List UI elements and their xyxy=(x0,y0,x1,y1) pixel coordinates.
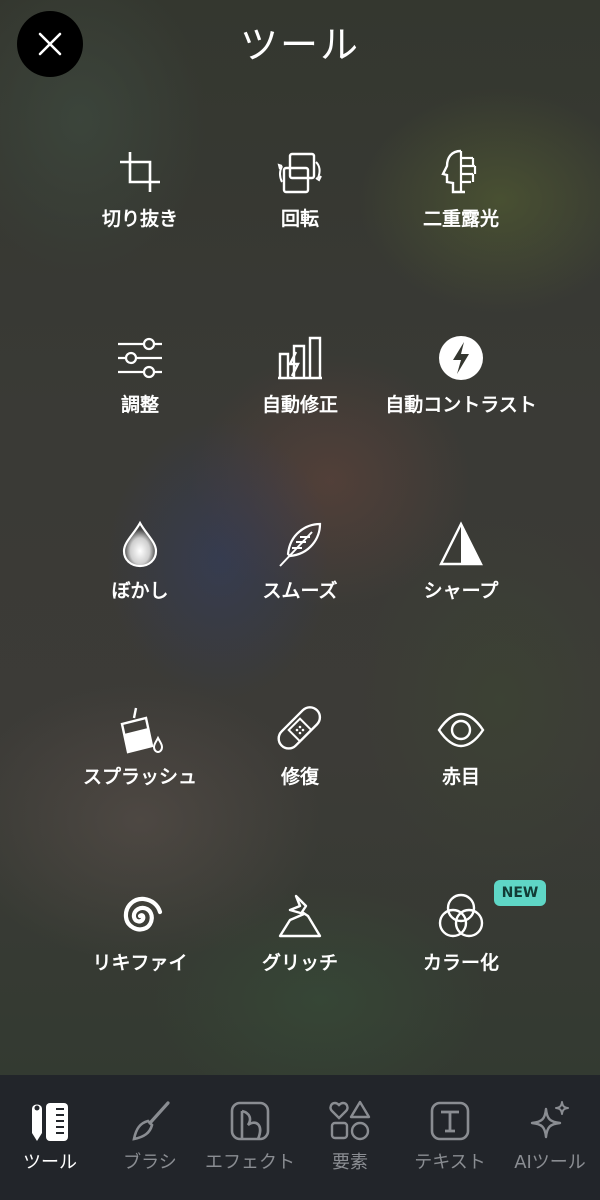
tool-rotate[interactable]: 回転 xyxy=(215,148,385,268)
new-badge: NEW xyxy=(494,880,546,906)
auto-contrast-icon xyxy=(439,336,483,380)
elements-icon xyxy=(329,1100,371,1141)
color-circles-icon xyxy=(438,893,484,938)
tool-smooth[interactable]: スムーズ xyxy=(215,520,385,640)
tool-label: 自動コントラスト xyxy=(385,394,537,416)
glitch-icon xyxy=(278,894,322,938)
tool-double-exposure[interactable]: 二重露光 xyxy=(376,148,546,268)
tab-tools[interactable]: ツール xyxy=(0,1075,100,1200)
tool-sharpen[interactable]: シャープ xyxy=(376,520,546,640)
text-icon xyxy=(430,1101,470,1141)
tool-label: 赤目 xyxy=(441,766,480,788)
brush-icon xyxy=(132,1101,170,1141)
eye-icon xyxy=(437,712,485,748)
tab-elements[interactable]: 要素 xyxy=(300,1075,400,1200)
paint-bucket-icon xyxy=(120,707,164,754)
tool-label: カラー化 xyxy=(422,952,499,974)
rotate-icon xyxy=(277,152,322,194)
tool-colorize[interactable]: カラー化 xyxy=(376,892,546,1012)
tab-brush[interactable]: ブラシ xyxy=(100,1075,200,1200)
tab-text[interactable]: テキスト xyxy=(400,1075,500,1200)
tab-effects[interactable]: エフェクト xyxy=(200,1075,300,1200)
feather-icon xyxy=(279,522,322,567)
bandage-icon xyxy=(277,706,322,750)
tool-auto-fix[interactable]: 自動修正 xyxy=(215,334,385,454)
ai-sparkle-icon xyxy=(530,1101,569,1139)
tool-glitch[interactable]: グリッチ xyxy=(215,892,385,1012)
bottom-tab-bar: ツール ブラシ エフェクト 要素 テキスト AIツール xyxy=(0,1075,600,1200)
tool-heal[interactable]: 修復 xyxy=(215,706,385,826)
crop-icon xyxy=(120,152,160,192)
blur-drop-icon xyxy=(122,520,158,568)
tool-red-eye[interactable]: 赤目 xyxy=(376,706,546,826)
page-title: ツール xyxy=(239,23,360,67)
swirl-icon xyxy=(123,896,163,932)
tool-label: シャープ xyxy=(423,580,499,602)
auto-fix-icon xyxy=(278,336,322,380)
tool-label: 二重露光 xyxy=(422,208,499,230)
tab-label: AIツール xyxy=(514,1152,586,1173)
sliders-icon xyxy=(118,337,162,379)
tool-auto-contrast[interactable]: 自動コントラスト xyxy=(376,334,546,454)
sharpen-triangle-icon xyxy=(439,521,483,566)
tools-icon xyxy=(32,1103,68,1141)
double-exposure-icon xyxy=(441,149,477,194)
tab-ai-tools[interactable]: AIツール xyxy=(500,1075,600,1200)
effects-icon xyxy=(230,1101,270,1141)
